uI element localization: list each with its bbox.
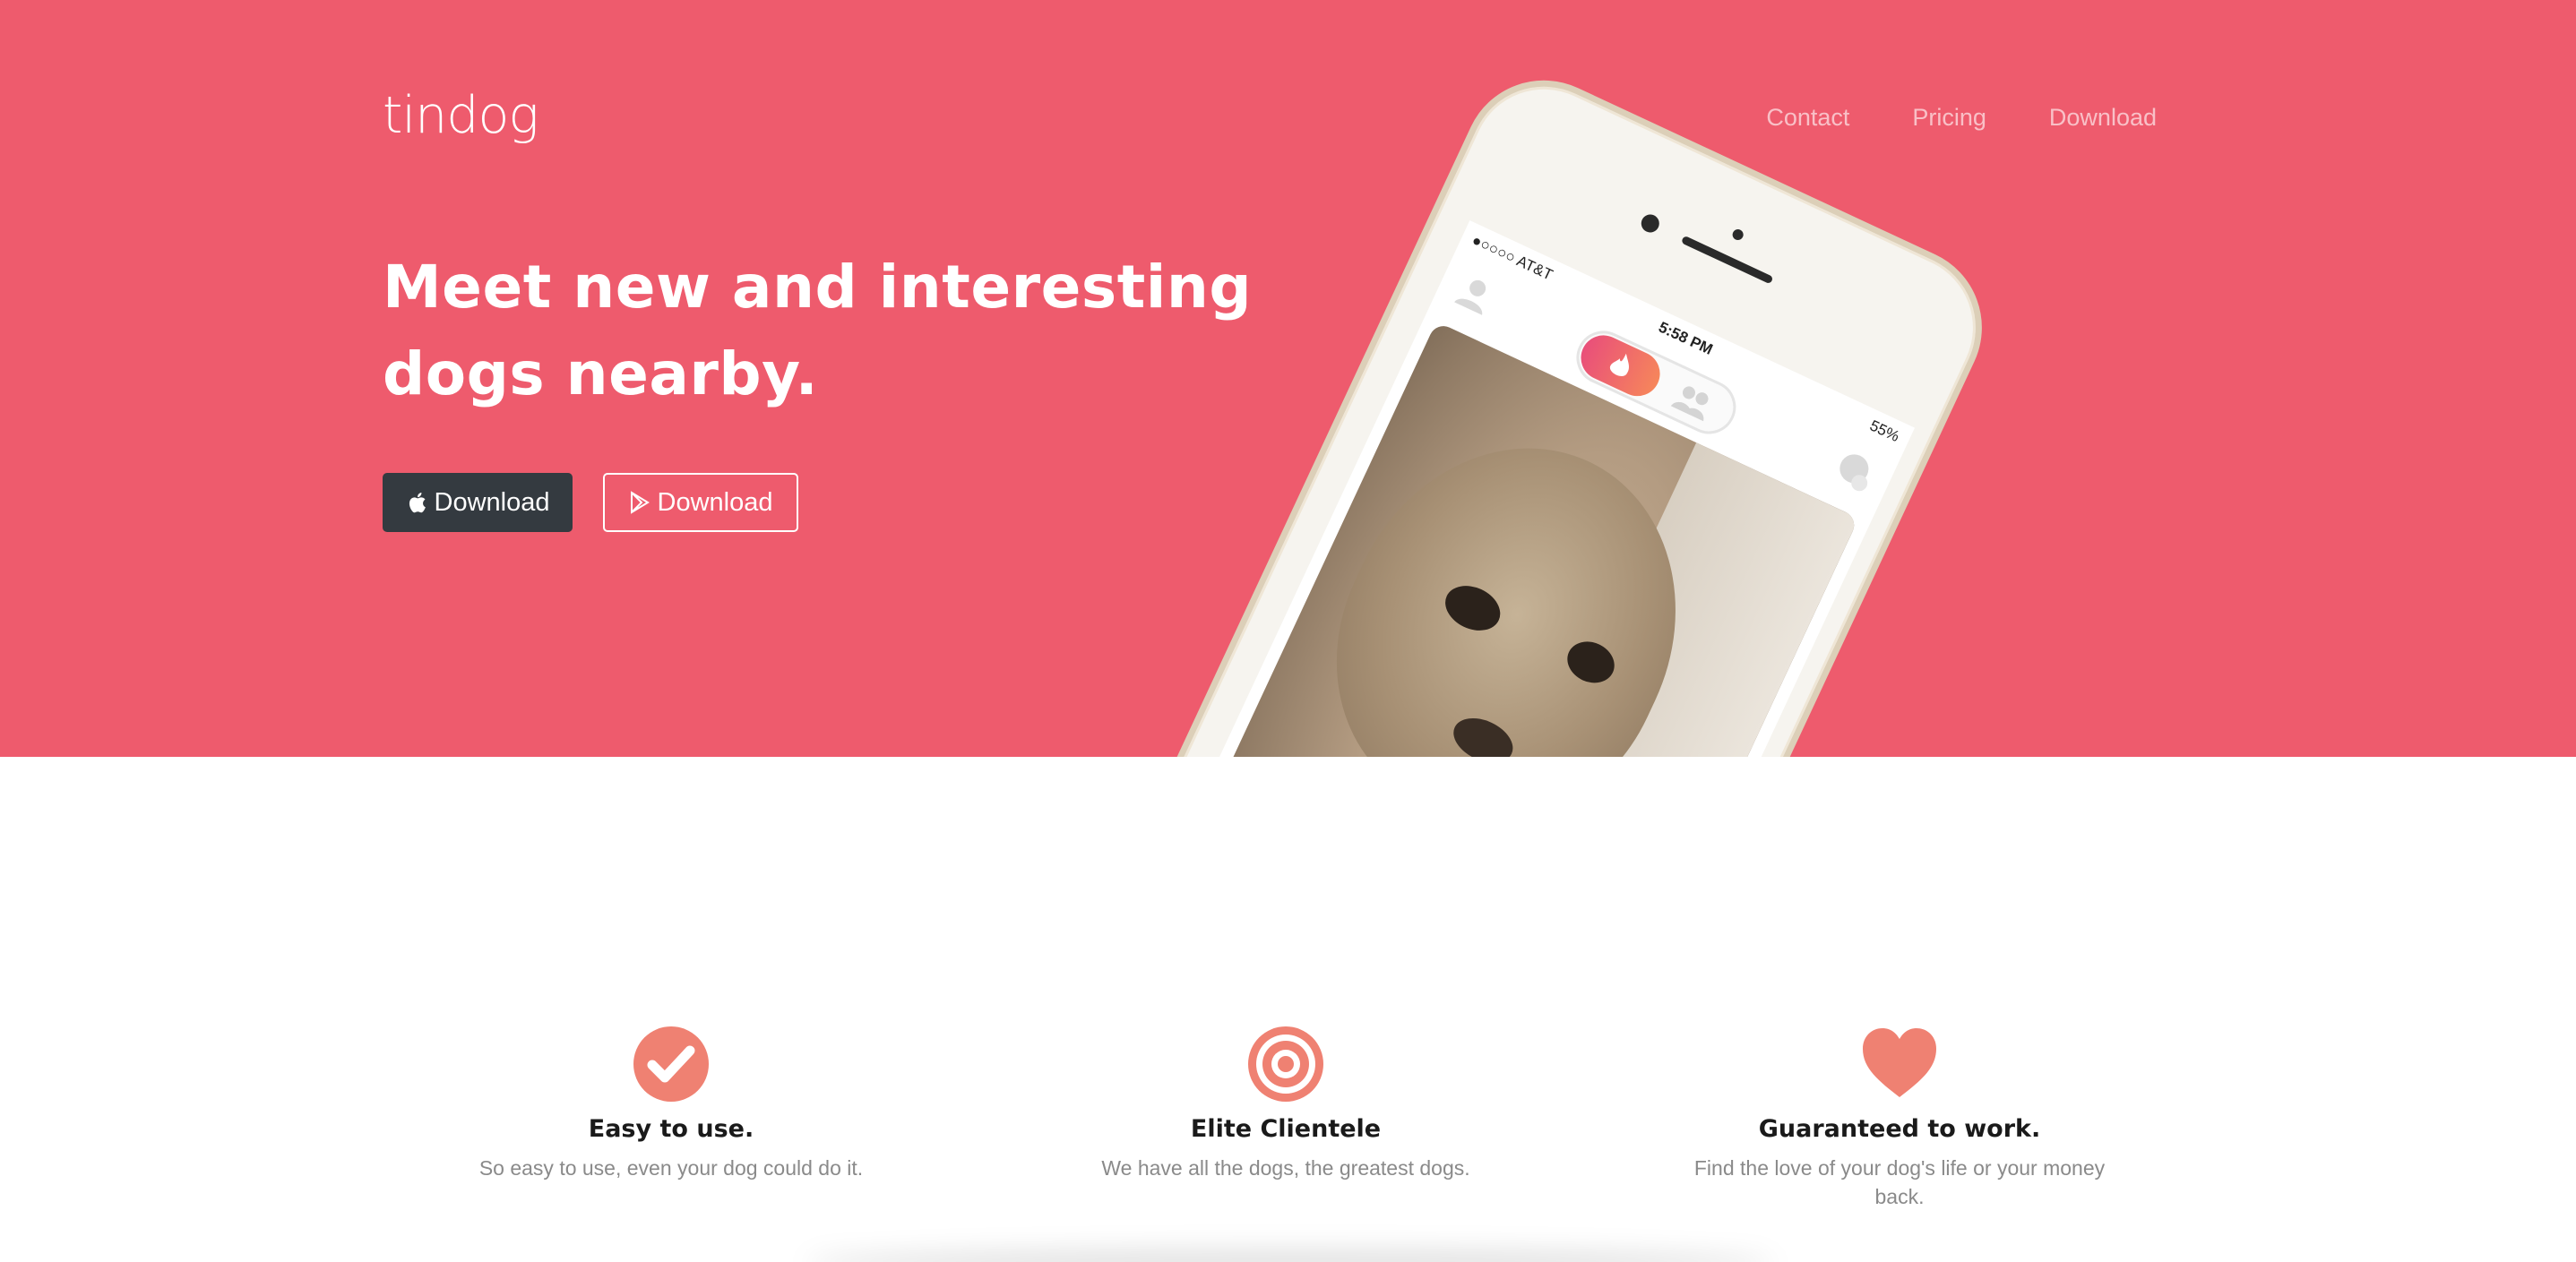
- hero-headline: Meet new and interesting dogs nearby.: [383, 253, 1253, 408]
- nav-pricing[interactable]: Pricing: [1912, 104, 1986, 132]
- profile-icon: [1454, 279, 1486, 315]
- status-battery: 55%: [1866, 416, 1902, 446]
- feature-text: Find the love of your dog's life or your…: [1693, 1156, 2106, 1208]
- apple-icon: [409, 492, 426, 513]
- target-icon: [1248, 1026, 1323, 1102]
- app-store-download-button[interactable]: Download: [383, 473, 573, 532]
- phone-camera: [1638, 211, 1663, 236]
- feature-easy-to-use: Easy to use. So easy to use, even your d…: [438, 1026, 904, 1182]
- google-play-download-label: Download: [657, 487, 773, 517]
- features-section: Easy to use. So easy to use, even your d…: [0, 757, 2576, 1262]
- feature-text: We have all the dogs, the greatest dogs.: [1101, 1156, 1470, 1180]
- nav-download[interactable]: Download: [2049, 104, 2157, 132]
- google-play-download-button[interactable]: Download: [603, 473, 798, 532]
- top-nav: Contact Pricing Download: [1703, 104, 2157, 132]
- google-play-icon: [630, 491, 650, 514]
- feature-guaranteed: Guaranteed to work. Find the love of you…: [1667, 1026, 2132, 1211]
- nav-contact[interactable]: Contact: [1766, 104, 1849, 132]
- hero-section: tindog Contact Pricing Download Meet new…: [0, 0, 2576, 757]
- feature-elite-clientele: Elite Clientele We have all the dogs, th…: [1053, 1026, 1519, 1182]
- feature-title: Guaranteed to work.: [1758, 1115, 2041, 1143]
- phone-speaker: [1680, 235, 1774, 285]
- check-circle-icon: [633, 1026, 709, 1102]
- feature-text: So easy to use, even your dog could do i…: [478, 1156, 864, 1180]
- chat-icon: [1839, 454, 1869, 492]
- phone-sensor: [1730, 228, 1745, 242]
- brand-logo[interactable]: tindog: [383, 86, 539, 145]
- feature-title: Elite Clientele: [1190, 1115, 1382, 1143]
- group-icon: [1670, 386, 1709, 422]
- heart-icon: [1863, 1028, 1936, 1097]
- app-store-download-label: Download: [434, 487, 550, 517]
- feature-title: Easy to use.: [588, 1115, 754, 1143]
